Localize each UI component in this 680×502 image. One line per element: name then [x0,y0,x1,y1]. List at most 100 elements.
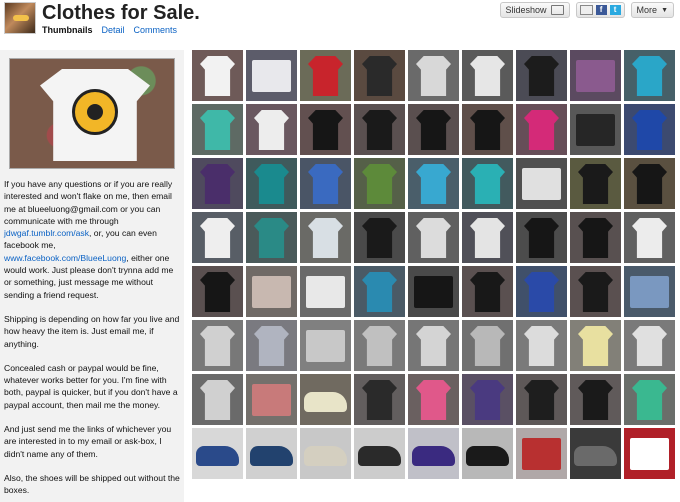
photo-thumbnail[interactable] [192,212,243,263]
photo-thumbnail[interactable] [624,104,675,155]
description-link[interactable]: www.facebook.com/BlueeLuong [4,253,126,263]
clothing-graphic [362,110,397,150]
photo-thumbnail[interactable] [354,374,405,425]
description-text: Shipping is depending on how far you liv… [4,313,180,349]
clothing-graphic [578,218,613,258]
photo-thumbnail[interactable] [408,374,459,425]
photo-thumbnail[interactable] [624,320,675,371]
clothing-graphic [470,218,505,258]
photo-thumbnail[interactable] [570,266,621,317]
photo-thumbnail[interactable] [624,266,675,317]
description-text: Also, the shoes will be shipped out with… [4,472,180,496]
photo-thumbnail[interactable] [516,428,567,479]
description-link[interactable]: jdwgaf.tumblr.com/ask [4,228,89,238]
photo-thumbnail[interactable] [408,50,459,101]
photo-thumbnail[interactable] [246,266,297,317]
clothing-graphic [470,164,505,204]
clothing-graphic [308,218,343,258]
photo-thumbnail[interactable] [354,104,405,155]
photo-thumbnail[interactable] [408,212,459,263]
photo-thumbnail[interactable] [624,374,675,425]
photo-thumbnail[interactable] [192,266,243,317]
photo-thumbnail[interactable] [354,50,405,101]
photo-thumbnail[interactable] [246,374,297,425]
facebook-icon[interactable]: f [595,5,607,15]
photo-thumbnail[interactable] [624,50,675,101]
photo-thumbnail[interactable] [408,104,459,155]
clothing-graphic [416,218,451,258]
photo-thumbnail[interactable] [516,104,567,155]
photo-thumbnail[interactable] [516,50,567,101]
photo-thumbnail[interactable] [516,212,567,263]
photo-thumbnail[interactable] [192,428,243,479]
photo-thumbnail[interactable] [570,50,621,101]
user-avatar[interactable] [4,2,36,34]
photo-thumbnail[interactable] [408,158,459,209]
photo-thumbnail[interactable] [192,320,243,371]
photo-thumbnail[interactable] [408,428,459,479]
photo-thumbnail[interactable] [354,428,405,479]
photo-thumbnail[interactable] [462,50,513,101]
photo-thumbnail[interactable] [246,428,297,479]
photo-thumbnail[interactable] [516,320,567,371]
photo-thumbnail[interactable] [192,158,243,209]
more-button[interactable]: More ▼ [630,2,674,18]
photo-thumbnail[interactable] [300,50,351,101]
photo-thumbnail[interactable] [570,428,621,479]
photo-thumbnail[interactable] [354,212,405,263]
photo-thumbnail[interactable] [462,104,513,155]
photo-thumbnail[interactable] [246,158,297,209]
photo-thumbnail[interactable] [516,266,567,317]
photo-thumbnail[interactable] [354,320,405,371]
photo-thumbnail[interactable] [246,212,297,263]
clothing-graphic [524,272,559,312]
photo-thumbnail[interactable] [246,320,297,371]
photo-thumbnail[interactable] [462,212,513,263]
tab-comments[interactable]: Comments [134,25,178,35]
album-cover-image[interactable] [9,58,175,169]
photo-thumbnail[interactable] [300,374,351,425]
photo-thumbnail[interactable] [462,266,513,317]
photo-thumbnail[interactable] [246,104,297,155]
photo-thumbnail[interactable] [462,374,513,425]
photo-thumbnail[interactable] [462,428,513,479]
photo-thumbnail[interactable] [570,374,621,425]
photo-thumbnail[interactable] [192,104,243,155]
photo-thumbnail[interactable] [570,104,621,155]
photo-thumbnail[interactable] [300,266,351,317]
slideshow-button[interactable]: Slideshow [499,2,570,18]
photo-thumbnail[interactable] [462,158,513,209]
photo-thumbnail[interactable] [192,50,243,101]
photo-thumbnail[interactable] [192,374,243,425]
photo-thumbnail[interactable] [624,158,675,209]
clothing-graphic [470,326,505,366]
mail-icon[interactable] [579,5,593,15]
photo-thumbnail[interactable] [570,212,621,263]
view-tabs: Thumbnails Detail Comments [42,25,177,35]
photo-thumbnail[interactable] [462,320,513,371]
album-sidebar: If you have any questions or if you are … [0,50,184,502]
photo-thumbnail[interactable] [300,104,351,155]
photo-thumbnail[interactable] [516,374,567,425]
photo-thumbnail[interactable] [354,158,405,209]
photo-thumbnail[interactable] [624,428,675,479]
photo-thumbnail[interactable] [408,320,459,371]
photo-thumbnail[interactable] [354,266,405,317]
photo-thumbnail[interactable] [300,428,351,479]
photo-thumbnail[interactable] [300,212,351,263]
twitter-icon[interactable]: t [609,5,621,15]
photo-thumbnail[interactable] [516,158,567,209]
clothing-graphic [524,380,559,420]
photo-thumbnail[interactable] [570,320,621,371]
photo-thumbnail[interactable] [408,266,459,317]
photo-thumbnail[interactable] [624,212,675,263]
monitor-icon [550,5,564,15]
photo-thumbnail[interactable] [300,158,351,209]
photo-thumbnail[interactable] [246,50,297,101]
tab-detail[interactable]: Detail [102,25,125,35]
album-header: Clothes for Sale. Thumbnails Detail Comm… [0,0,680,42]
photo-thumbnail[interactable] [570,158,621,209]
clothing-graphic [416,326,451,366]
tab-thumbnails[interactable]: Thumbnails [42,25,93,35]
photo-thumbnail[interactable] [300,320,351,371]
